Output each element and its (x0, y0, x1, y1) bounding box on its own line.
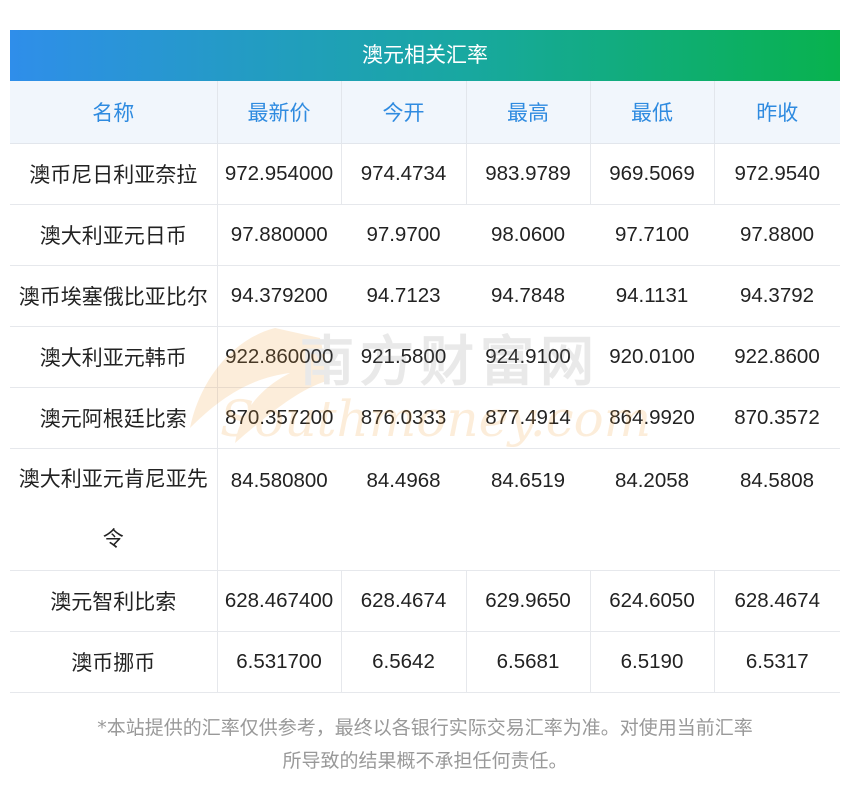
latest-price: 84.580800 (217, 448, 341, 571)
high-price: 6.5681 (465, 631, 590, 693)
currency-pair-name[interactable]: 澳币挪币 (10, 631, 218, 693)
prev-close-price: 628.4674 (713, 570, 840, 632)
high-price: 629.9650 (465, 570, 590, 632)
currency-pair-name[interactable]: 澳币尼日利亚奈拉 (10, 143, 218, 205)
header-prev-close: 昨收 (714, 81, 840, 144)
high-price: 924.9100 (466, 326, 590, 388)
high-price: 94.7848 (466, 265, 590, 327)
low-price: 969.5069 (589, 143, 714, 205)
latest-price: 870.357200 (217, 387, 341, 449)
currency-pair-name[interactable]: 澳大利亚元日币 (10, 204, 218, 266)
low-price: 6.5190 (589, 631, 714, 693)
high-price: 983.9789 (465, 143, 590, 205)
latest-price: 972.954000 (216, 143, 341, 205)
prev-close-price: 922.8600 (714, 326, 840, 388)
open-price: 84.4968 (341, 448, 466, 571)
prev-close-price: 84.5808 (714, 448, 840, 571)
header-high: 最高 (466, 81, 591, 144)
prev-close-price: 972.9540 (713, 143, 840, 205)
latest-price: 94.379200 (217, 265, 341, 327)
table-row: 澳元阿根廷比索 870.357200 876.0333 877.4914 864… (10, 387, 840, 449)
low-price: 84.2058 (590, 448, 714, 571)
table-row: 澳币埃塞俄比亚比尔 94.379200 94.7123 94.7848 94.1… (10, 265, 840, 327)
prev-close-price: 94.3792 (714, 265, 840, 327)
open-price: 974.4734 (340, 143, 466, 205)
header-latest: 最新价 (217, 81, 342, 144)
table-row: 澳大利亚元韩币 922.860000 921.5800 924.9100 920… (10, 326, 840, 388)
low-price: 97.7100 (590, 204, 714, 266)
disclaimer-line-2: 所导致的结果概不承担任何责任。 (282, 750, 568, 772)
currency-pair-name[interactable]: 澳币埃塞俄比亚比尔 (10, 265, 218, 327)
currency-pair-name[interactable]: 澳元智利比索 (10, 570, 218, 632)
high-price: 84.6519 (466, 448, 590, 571)
header-low: 最低 (590, 81, 715, 144)
open-price: 97.9700 (341, 204, 466, 266)
latest-price: 922.860000 (217, 326, 341, 388)
prev-close-price: 97.8800 (714, 204, 840, 266)
open-price: 94.7123 (341, 265, 466, 327)
table-row: 澳币挪币 6.531700 6.5642 6.5681 6.5190 6.531… (10, 631, 840, 693)
open-price: 921.5800 (341, 326, 466, 388)
disclaimer-line-1: *本站提供的汇率仅供参考，最终以各银行实际交易汇率为准。对使用当前汇率 (97, 717, 753, 739)
panel-title: 澳元相关汇率 (10, 30, 840, 81)
table-row: 澳大利亚元日币 97.880000 97.9700 98.0600 97.710… (10, 204, 840, 266)
open-price: 876.0333 (341, 387, 466, 449)
high-price: 98.0600 (466, 204, 590, 266)
open-price: 6.5642 (340, 631, 466, 693)
low-price: 864.9920 (590, 387, 714, 449)
currency-pair-name-text: 澳大利亚元肯尼亚先令 (18, 467, 208, 551)
latest-price: 6.531700 (216, 631, 341, 693)
low-price: 920.0100 (590, 326, 714, 388)
latest-price: 97.880000 (217, 204, 341, 266)
prev-close-price: 6.5317 (713, 631, 840, 693)
latest-price: 628.467400 (216, 570, 341, 632)
currency-pair-name[interactable]: 澳大利亚元韩币 (10, 326, 218, 388)
exchange-rate-panel: 澳元相关汇率 名称 最新价 今开 最高 最低 昨收 澳币尼日利亚奈拉 972.9… (10, 30, 840, 693)
open-price: 628.4674 (340, 570, 466, 632)
table-row: 澳大利亚元肯尼亚先令 84.580800 84.4968 84.6519 84.… (10, 448, 840, 571)
prev-close-price: 870.3572 (714, 387, 840, 449)
currency-pair-name[interactable]: 澳大利亚元肯尼亚先令 (10, 448, 218, 571)
high-price: 877.4914 (466, 387, 590, 449)
header-name: 名称 (10, 81, 218, 144)
rates-table: 名称 最新价 今开 最高 最低 昨收 澳币尼日利亚奈拉 972.954000 9… (10, 81, 840, 693)
table-header-row: 名称 最新价 今开 最高 最低 昨收 (10, 81, 840, 144)
disclaimer: *本站提供的汇率仅供参考，最终以各银行实际交易汇率为准。对使用当前汇率 所导致的… (0, 712, 850, 778)
table-row: 澳元智利比索 628.467400 628.4674 629.9650 624.… (10, 570, 840, 632)
low-price: 94.1131 (590, 265, 714, 327)
currency-pair-name[interactable]: 澳元阿根廷比索 (10, 387, 218, 449)
header-open: 今开 (341, 81, 467, 144)
low-price: 624.6050 (589, 570, 714, 632)
table-row: 澳币尼日利亚奈拉 972.954000 974.4734 983.9789 96… (10, 143, 840, 205)
